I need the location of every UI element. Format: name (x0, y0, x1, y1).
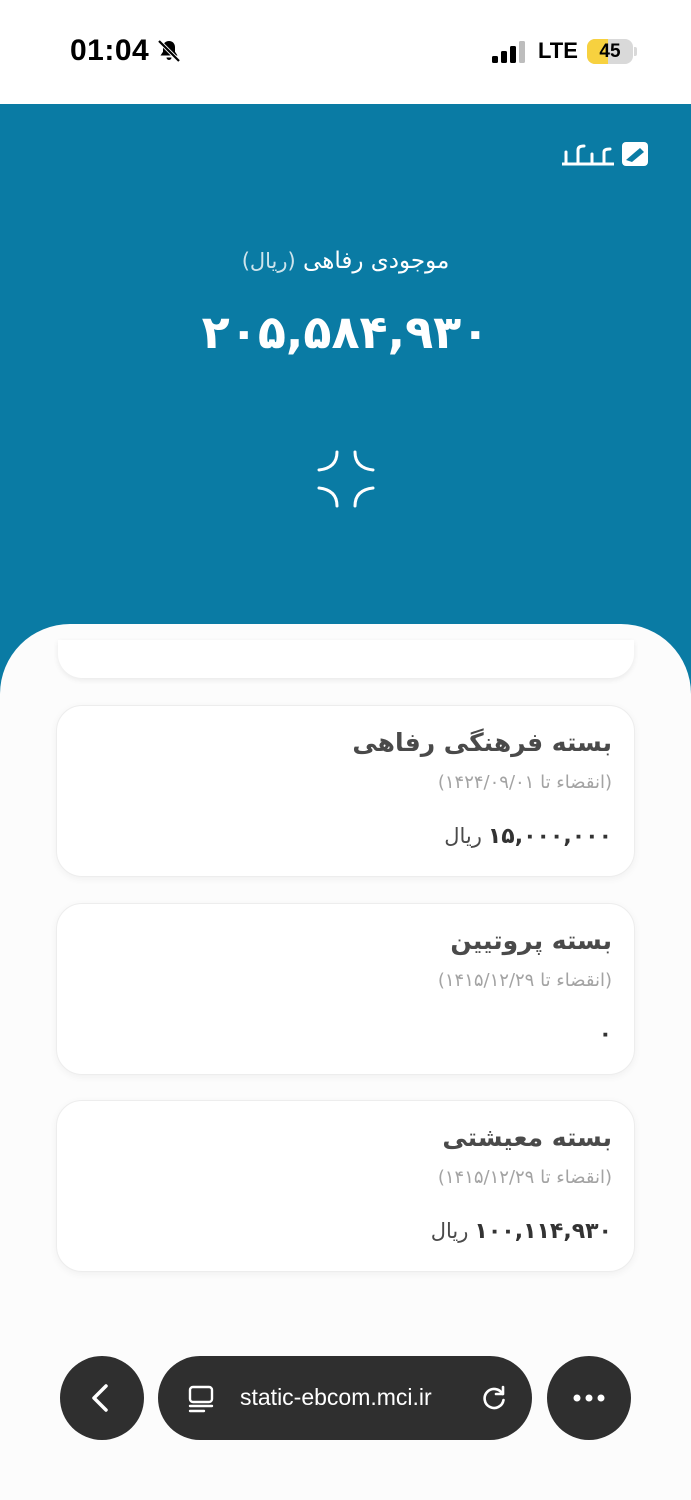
more-button[interactable] (547, 1356, 631, 1440)
reload-icon[interactable] (478, 1382, 510, 1414)
partial-package-card (58, 640, 634, 678)
balance-amount: ۲۰۵,۵۸۴,۹۳۰ (201, 305, 490, 359)
balance-unit: (ریال) (241, 249, 296, 273)
page-icon[interactable] (186, 1384, 216, 1414)
battery-level: 45 (599, 40, 621, 62)
signal-icon (492, 41, 525, 63)
package-amount: ۰ (593, 1022, 612, 1047)
package-title: بسته پروتیین (450, 926, 612, 955)
brand-logo-icon (562, 142, 648, 166)
package-card[interactable]: بسته معیشتی (انقضاء تا ۱۴۱۵/۱۲/۲۹) ۱۰۰,۱… (56, 1100, 635, 1272)
package-amount-value: ۰ (598, 1022, 612, 1047)
more-icon (573, 1394, 605, 1402)
package-card[interactable]: بسته فرهنگی رفاهی (انقضاء تا ۱۴۲۴/۰۹/۰۱)… (56, 705, 635, 877)
url-text: static-ebcom.mci.ir (240, 1384, 432, 1410)
package-currency: ریال (430, 1219, 469, 1243)
balance-title-text: موجودی رفاهی (303, 248, 450, 274)
package-card[interactable]: بسته پروتیین (انقضاء تا ۱۴۱۵/۱۲/۲۹) ۰ (56, 903, 635, 1075)
status-bar: 01:04 LTE 45 (0, 0, 691, 104)
battery-tip (634, 47, 637, 56)
package-title: بسته فرهنگی رفاهی (352, 728, 612, 757)
network-label: LTE (538, 38, 578, 63)
collapse-icon[interactable] (315, 448, 377, 510)
address-bar[interactable]: static-ebcom.mci.ir (158, 1356, 532, 1440)
package-expiry: (انقضاء تا ۱۴۱۵/۱۲/۲۹) (437, 970, 612, 991)
package-title: بسته معیشتی (442, 1123, 612, 1152)
package-amount-value: ۱۰۰,۱۱۴,۹۳۰ (474, 1219, 612, 1244)
status-time: 01:04 (70, 34, 150, 67)
balance-title: موجودی رفاهی (ریال) (0, 248, 691, 274)
battery-icon: 45 (587, 39, 633, 64)
package-amount: ۱۵,۰۰۰,۰۰۰ریال (444, 824, 612, 849)
package-expiry: (انقضاء تا ۱۴۲۴/۰۹/۰۱) (437, 772, 612, 793)
package-currency: ریال (444, 824, 482, 848)
package-expiry: (انقضاء تا ۱۴۱۵/۱۲/۲۹) (437, 1167, 612, 1188)
back-button[interactable] (60, 1356, 144, 1440)
package-amount: ۱۰۰,۱۱۴,۹۳۰ریال (431, 1219, 612, 1244)
package-amount-value: ۱۵,۰۰۰,۰۰۰ (487, 824, 612, 849)
back-icon (92, 1384, 108, 1412)
bell-muted-icon (157, 39, 181, 63)
